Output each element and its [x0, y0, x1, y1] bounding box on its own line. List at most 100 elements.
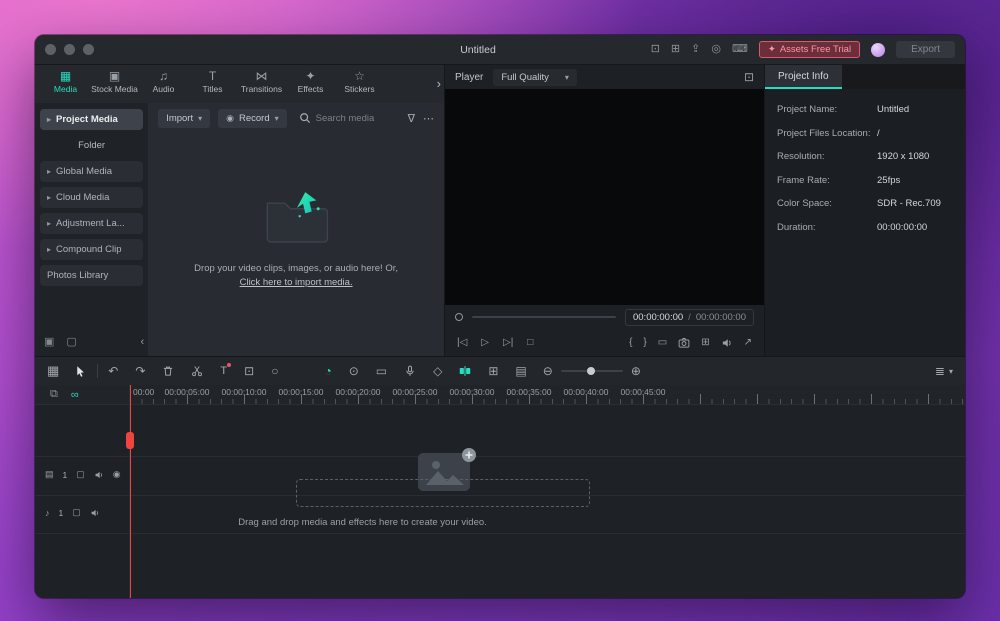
video-track-number: 1	[62, 469, 68, 480]
stop-icon[interactable]: □	[527, 337, 533, 348]
transport-controls: |◁ ▷ ▷| □ { } ▭ ⊞ ↗	[445, 329, 764, 356]
user-avatar[interactable]	[871, 42, 886, 57]
tab-effects[interactable]: ✦ Effects	[286, 70, 335, 94]
tab-stickers[interactable]: ☆ Stickers	[335, 70, 384, 94]
display-mode-icon[interactable]: ⊡	[744, 70, 754, 84]
pointer-tool-icon[interactable]	[74, 365, 87, 378]
play-icon[interactable]: ▷	[481, 337, 489, 348]
fullscreen-icon[interactable]: ↗	[744, 337, 752, 348]
film-icon: ▤	[45, 469, 54, 479]
grid-overlay-icon[interactable]: ⊞	[701, 337, 709, 348]
quality-dropdown[interactable]: Full Quality ▾	[493, 68, 577, 86]
sidebar-item-photos-library[interactable]: Photos Library	[40, 265, 144, 286]
display-icon[interactable]: ⊡	[651, 44, 660, 55]
upload-icon[interactable]: ⇪	[691, 44, 700, 55]
folder-icon[interactable]: ▢	[76, 469, 85, 480]
media-dropzone[interactable]: Drop your video clips, images, or audio …	[148, 133, 444, 356]
more-options-icon[interactable]: ⋯	[423, 112, 434, 125]
scissors-icon[interactable]	[191, 365, 203, 377]
next-frame-icon[interactable]: ▷|	[503, 337, 513, 348]
redo-icon[interactable]: ↷	[135, 364, 145, 378]
chevron-down-icon[interactable]: ▾	[949, 367, 953, 376]
sidebar-item-global-media[interactable]: ▸ Global Media	[40, 161, 144, 182]
mic-record-icon[interactable]	[404, 365, 416, 377]
scrubber-handle[interactable]	[455, 313, 463, 321]
timeline-tracks[interactable]: ▤ 1 ▢ ◉ ♪ 1 ▢ Drag and drop media and ef…	[35, 405, 965, 598]
import-button[interactable]: Import ▾	[158, 108, 211, 128]
transitions-icon: ⋈	[255, 69, 268, 83]
track-manager-icon[interactable]: ≣	[935, 364, 945, 378]
record-button[interactable]: ◉ Record ▾	[218, 108, 287, 128]
apps-icon[interactable]: ⊞	[671, 44, 680, 55]
gift-icon: ✦	[767, 44, 776, 55]
mask-icon[interactable]: ○	[271, 364, 278, 378]
link-clips-icon[interactable]: ∞	[71, 389, 79, 401]
playhead-handle[interactable]	[126, 432, 134, 449]
tab-stock-media[interactable]: ▣ Stock Media	[90, 70, 139, 94]
sidebar-item-compound-clip[interactable]: ▸ Compound Clip	[40, 239, 144, 260]
preview-viewport[interactable]	[445, 89, 764, 305]
text-tool-icon[interactable]: T	[220, 363, 231, 377]
tab-media[interactable]: ▦ Media	[41, 70, 90, 94]
new-folder-icon[interactable]: ▣	[44, 335, 54, 348]
field-duration: Duration: 00:00:00:00	[777, 222, 953, 233]
mark-out-icon[interactable]: }	[643, 337, 646, 348]
compound-clip-icon[interactable]: ⊙	[349, 364, 359, 378]
mark-in-icon[interactable]: {	[629, 337, 632, 348]
zoom-out-icon[interactable]: ⊖	[543, 364, 553, 378]
copy-icon[interactable]: ⧉	[50, 388, 58, 401]
close-window-button[interactable]	[45, 44, 56, 55]
speaker-icon[interactable]	[721, 337, 733, 349]
delete-folder-icon[interactable]: ▢	[66, 335, 76, 348]
folder-icon[interactable]: ▢	[72, 507, 81, 518]
trash-icon[interactable]	[162, 365, 174, 377]
caret-icon: ▸	[47, 219, 52, 228]
search-input[interactable]	[315, 112, 400, 124]
mute-audio-icon[interactable]	[90, 508, 100, 518]
collapse-sidebar-icon[interactable]: ‹	[141, 336, 145, 348]
video-track-lane[interactable]	[35, 456, 965, 457]
filter-icon[interactable]: ∇	[408, 112, 415, 125]
sidebar-item-adjustment-layer[interactable]: ▸ Adjustment La...	[40, 213, 144, 234]
maximize-window-button[interactable]	[83, 44, 94, 55]
timeline-drop-target[interactable]	[296, 479, 590, 507]
zoom-in-icon[interactable]: ⊕	[631, 364, 641, 378]
playhead[interactable]	[126, 385, 134, 598]
snapshot-camera-icon[interactable]	[678, 337, 690, 349]
eye-visibility-icon[interactable]: ◉	[113, 469, 121, 480]
assets-free-trial-button[interactable]: ✦ Assets Free Trial	[758, 41, 861, 58]
tab-media-label: Media	[53, 84, 78, 94]
layout-blocks-icon[interactable]: ▦	[47, 363, 59, 379]
zoom-slider-knob[interactable]	[586, 367, 595, 375]
tab-audio[interactable]: ♫ Audio	[139, 70, 188, 94]
mute-track-icon[interactable]	[94, 470, 104, 480]
tab-overflow-icon[interactable]: ›	[437, 76, 441, 91]
speed-tool-icon[interactable]: ◔	[324, 364, 331, 378]
chevron-down-icon: ▾	[564, 72, 569, 82]
tab-transitions[interactable]: ⋈ Transitions	[237, 70, 286, 94]
zoom-slider[interactable]	[560, 367, 623, 375]
keyboard-icon[interactable]: ⌨	[732, 44, 748, 55]
undo-icon[interactable]: ↶	[108, 364, 118, 378]
help-icon[interactable]: ◎	[711, 44, 721, 55]
caret-icon: ▸	[47, 167, 52, 176]
add-clip-icon[interactable]: ⊞	[488, 364, 498, 378]
marker-icon[interactable]: ▭	[658, 337, 667, 348]
timeline-ruler[interactable]: 00:00 00:00:05:00 00:00:10:00 00:00:15:0…	[130, 385, 965, 404]
import-media-link[interactable]: Click here to import media.	[240, 277, 353, 288]
keyframe-icon[interactable]: ◇	[433, 364, 442, 378]
split-clip-icon[interactable]	[459, 365, 471, 377]
sidebar-item-folder[interactable]: Folder	[40, 135, 143, 156]
media-sidebar: ▸ Project Media Folder ▸ Global Media ▸ …	[35, 103, 149, 356]
export-button[interactable]: Export	[896, 41, 955, 58]
crop-icon[interactable]: ⊡	[244, 364, 254, 378]
render-preview-icon[interactable]: ▤	[515, 364, 526, 378]
previous-frame-icon[interactable]: |◁	[457, 337, 467, 348]
tab-project-info[interactable]: Project Info	[765, 65, 842, 89]
sidebar-item-cloud-media[interactable]: ▸ Cloud Media	[40, 187, 144, 208]
bookmark-icon[interactable]: ▭	[376, 364, 387, 378]
sidebar-item-project-media[interactable]: ▸ Project Media	[40, 109, 144, 130]
tab-titles[interactable]: T Titles	[188, 70, 237, 94]
scrubber-track[interactable]	[472, 316, 616, 318]
minimize-window-button[interactable]	[64, 44, 75, 55]
